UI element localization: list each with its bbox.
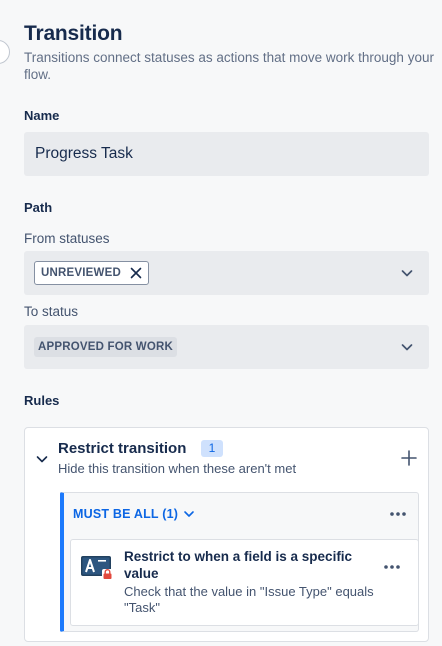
path-label: Path (24, 200, 53, 215)
more-horizontal-icon[interactable] (388, 507, 408, 521)
rule-item[interactable]: Restrict to when a field is a specific v… (70, 539, 419, 626)
from-statuses-select[interactable]: UNREVIEWED (24, 251, 429, 295)
status-lozenge: APPROVED FOR WORK (34, 337, 178, 357)
field-restriction-icon (81, 556, 113, 580)
page-subtitle: Transitions connect statuses as actions … (24, 50, 434, 82)
transition-panel: Transition Transitions connect statuses … (0, 0, 442, 646)
chevron-down-icon[interactable] (35, 452, 49, 466)
close-icon[interactable] (129, 266, 143, 280)
rule-card-description: Hide this transition when these aren't m… (58, 461, 297, 476)
status-chip-label: UNREVIEWED (41, 267, 121, 279)
condition-group: MUST BE ALL (1) Restrict to when a field… (60, 492, 419, 632)
chevron-down-icon[interactable] (399, 339, 415, 355)
back-handle[interactable] (0, 40, 10, 64)
to-status-label: To status (24, 304, 79, 319)
from-statuses-label: From statuses (24, 231, 110, 246)
group-operator-dropdown[interactable]: MUST BE ALL (1) (73, 507, 196, 521)
rules-label: Rules (24, 393, 60, 408)
more-horizontal-icon[interactable] (382, 560, 402, 574)
chevron-down-icon (184, 511, 194, 517)
page-title: Transition (24, 22, 123, 45)
name-field[interactable] (24, 132, 429, 176)
rule-title: Restrict to when a field is a specific v… (124, 549, 353, 581)
rule-card-title: Restrict transition (58, 440, 187, 457)
rule-count-badge: 1 (201, 440, 223, 457)
status-chip-unreviewed: UNREVIEWED (34, 261, 149, 285)
name-label: Name (24, 108, 60, 123)
rule-description: Check that the value in "Issue Type" equ… (124, 584, 374, 615)
group-operator-label: MUST BE ALL (1) (73, 507, 179, 521)
name-field-wrapper (24, 132, 429, 176)
plus-icon[interactable] (400, 449, 418, 467)
chevron-down-icon[interactable] (399, 265, 415, 281)
rule-card-restrict-transition: Restrict transition 1 Hide this transiti… (24, 427, 429, 642)
to-status-select[interactable]: APPROVED FOR WORK (24, 325, 429, 369)
